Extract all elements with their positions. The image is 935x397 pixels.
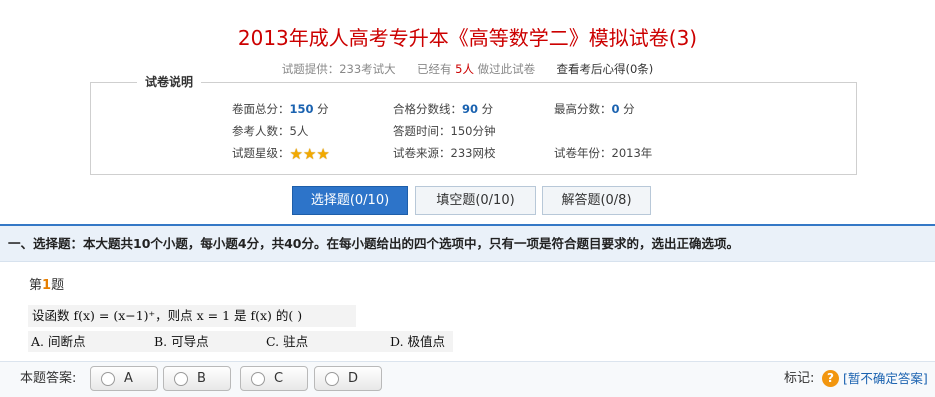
star-icon: ★ [289,145,303,163]
mark-label: 标记: [784,371,815,386]
star-icon: ★ [316,145,330,163]
pass-score: 合格分数线：90 分 [393,102,494,116]
exam-time: 答题时间：150分钟 [393,124,496,138]
answer-option-a[interactable]: A [90,366,158,391]
taken-count: 5人 [455,62,474,76]
page-title: 2013年成人高考专升本《高等数学二》模拟试卷(3) [237,26,698,50]
answer-label: 本题答案: [20,371,77,386]
exam-source: 试卷来源：233网校 [393,146,496,160]
option-d-text: D. 极值点 [390,334,446,349]
provider-label: 试题提供： [281,62,340,76]
total-score: 卷面总分：150 分 [232,102,329,116]
radio-icon [174,372,188,386]
mark-unsure-link[interactable]: [暂不确定答案] [843,371,928,387]
tab-choice-questions[interactable]: 选择题(0/10) [292,186,408,215]
tab-fill-in-questions[interactable]: 填空题(0/10) [415,186,536,215]
section-header: 一、选择题：本大题共10个小题，每小题4分，共40分。在每小题给出的四个选项中，… [0,226,935,262]
tab-essay-questions[interactable]: 解答题(0/8) [542,186,651,215]
question-stem: 设函数 f(x) = (x−1)⁺，则点 x = 1 是 f(x) 的( ) [28,305,356,327]
question-number: 第1题 [29,278,65,293]
difficulty-stars: 试题星级：★★★ [232,145,330,163]
exam-info-panel: 试卷说明 卷面总分：150 分 合格分数线：90 分 最高分数：0 分 参考人数… [90,74,857,175]
radio-icon [251,372,265,386]
info-legend: 试卷说明 [137,74,202,90]
option-b-text: B. 可导点 [154,334,209,349]
star-rating: ★★★ [290,147,330,163]
question-mark-icon[interactable]: ? [822,370,839,387]
taken-prefix: 已经有 [417,62,452,76]
option-c-text: C. 驻点 [266,334,309,349]
participants: 参考人数：5人 [232,124,309,138]
star-icon: ★ [302,145,317,163]
answer-option-b[interactable]: B [163,366,231,391]
radio-icon [325,372,339,386]
provider-name: 233考试大 [339,62,396,76]
exam-year: 试卷年份：2013年 [554,146,653,160]
view-notes-link[interactable]: 查看考后心得(0条) [556,62,653,76]
taken-suffix: 做过此试卷 [477,62,536,76]
answer-option-c[interactable]: C [240,366,308,391]
answer-option-d[interactable]: D [314,366,382,391]
option-a-text: A. 间断点 [31,334,86,349]
exam-page: 2013年成人高考专升本《高等数学二》模拟试卷(3) 试题提供：233考试大 已… [0,0,935,397]
answer-bar: 本题答案: A B C D 标记: ? [暂不确定答案] [0,361,935,397]
max-score: 最高分数：0 分 [554,102,635,116]
radio-icon [101,372,115,386]
section-instruction: 一、选择题：本大题共10个小题，每小题4分，共40分。在每小题给出的四个选项中，… [8,236,739,251]
question-options: A. 间断点 B. 可导点 C. 驻点 D. 极值点 [28,331,453,352]
